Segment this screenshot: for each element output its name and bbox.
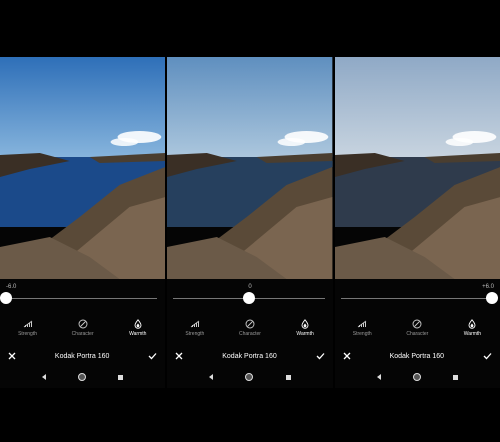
check-icon[interactable] [483,347,492,365]
close-icon[interactable] [175,347,183,365]
adjust-tools: Strength Character Warmth [167,319,332,341]
warmth-drop-icon [113,319,163,329]
tool-label: Warmth [296,331,314,337]
warmth-drop-icon [447,319,497,329]
filter-name-label: Kodak Portra 160 [222,352,277,360]
strength-bars-icon [3,319,53,329]
editor-screen-neutral: 0 Strength Character Warmth Kodak Portra 1… [167,57,333,388]
nav-home-icon[interactable] [78,373,87,381]
adjust-tools: Strength Character Warmth [0,319,165,341]
comparison-strip: -6.0 Strength Character Warmth Kodak Portr… [0,57,500,388]
nav-recents-icon[interactable] [118,374,124,380]
warmth-value-label: -6.0 [6,284,17,290]
nav-recents-icon[interactable] [452,374,458,380]
warmth-slider[interactable] [0,292,158,306]
tool-warmth[interactable]: Warmth [113,319,163,341]
photo-preview [334,57,500,279]
close-icon[interactable] [8,347,16,365]
warmth-value-label: +6.0 [482,284,494,290]
filter-bar: Kodak Portra 160 [335,349,500,363]
slider-track [6,298,158,299]
filter-bar: Kodak Portra 160 [0,349,165,363]
tool-character[interactable]: Character [58,319,108,341]
tool-warmth[interactable]: Warmth [280,319,330,341]
warmth-slider[interactable] [340,292,498,306]
system-nav-bar [0,371,165,383]
nav-back-icon[interactable] [209,374,214,380]
tool-label: Strength [185,331,205,337]
tool-character[interactable]: Character [392,319,442,341]
editor-screen-cold: -6.0 Strength Character Warmth Kodak Portr… [0,57,166,388]
nav-recents-icon[interactable] [285,374,291,380]
tool-label: Warmth [129,331,147,337]
check-icon[interactable] [316,347,325,365]
strength-bars-icon [170,319,220,329]
filter-name-label: Kodak Portra 160 [54,352,110,360]
slider-thumb[interactable] [242,292,255,304]
tool-label: Warmth [463,331,482,337]
system-nav-bar [167,371,332,383]
editor-screen-warm: +6.0 Strength Character Warmth Kodak Portr… [334,57,500,388]
tool-label: Character [239,331,261,337]
slider-track [340,298,492,299]
tool-label: Strength [352,331,372,337]
adjust-tools: Strength Character Warmth [335,319,500,341]
tool-character[interactable]: Character [225,319,275,341]
tool-strength[interactable]: Strength [3,319,53,341]
character-circle-icon [58,319,108,329]
photo-preview [167,57,333,279]
photo-preview [0,57,166,279]
filter-bar: Kodak Portra 160 [167,349,332,363]
tool-label: Character [71,331,94,337]
warmth-slider[interactable] [173,292,325,306]
tool-warmth[interactable]: Warmth [447,319,497,341]
character-circle-icon [392,319,442,329]
nav-back-icon[interactable] [42,374,47,380]
tool-label: Character [406,331,429,337]
check-icon[interactable] [148,347,157,365]
nav-home-icon[interactable] [412,373,421,381]
slider-thumb[interactable] [0,292,12,304]
tool-label: Strength [18,331,37,337]
tool-strength[interactable]: Strength [170,319,220,341]
warmth-value-label: 0 [248,284,252,290]
system-nav-bar [335,371,500,383]
filter-name-label: Kodak Portra 160 [389,352,445,360]
warmth-drop-icon [280,319,330,329]
slider-thumb[interactable] [485,292,498,304]
nav-back-icon[interactable] [376,374,381,380]
nav-home-icon[interactable] [245,373,254,381]
tool-strength[interactable]: Strength [337,319,387,341]
close-icon[interactable] [343,347,351,365]
strength-bars-icon [337,319,387,329]
character-circle-icon [225,319,275,329]
